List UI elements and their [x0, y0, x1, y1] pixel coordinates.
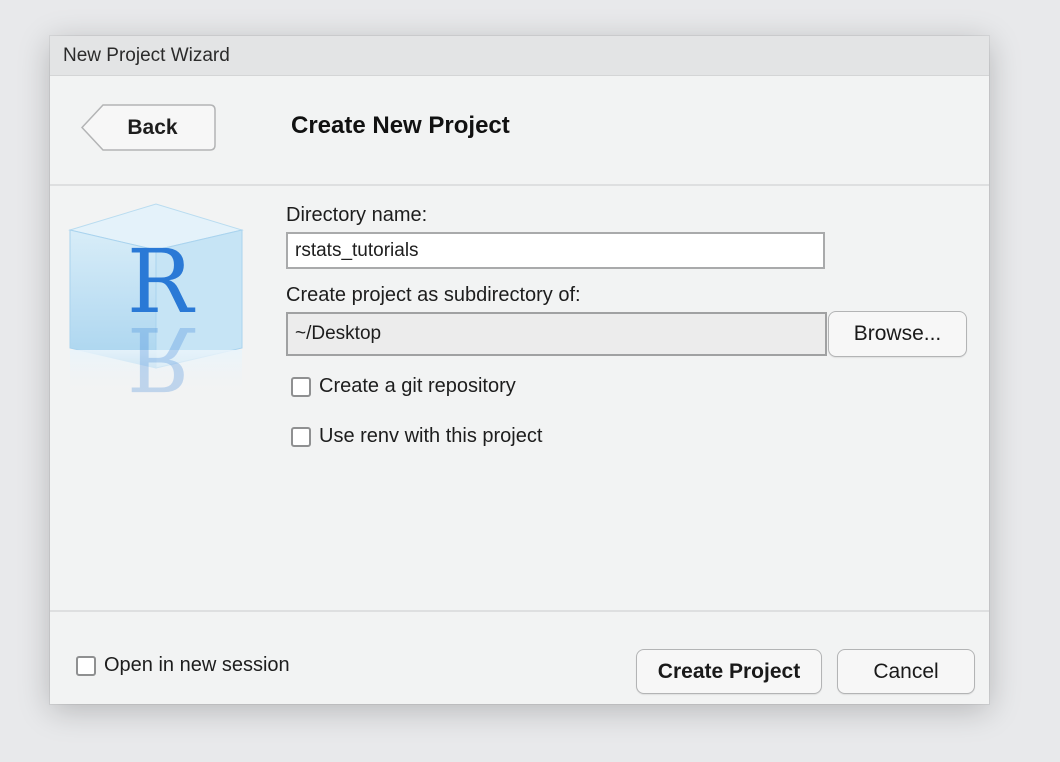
git-repo-checkbox[interactable] [291, 376, 311, 397]
renv-checkbox[interactable] [291, 426, 311, 447]
directory-name-label: Directory name: [286, 204, 428, 226]
browse-button[interactable]: Browse... [828, 311, 967, 357]
page-title: Create New Project [291, 112, 510, 139]
git-repo-option[interactable]: Create a git repository [291, 375, 516, 398]
new-session-checkbox[interactable] [76, 655, 96, 676]
new-session-option[interactable]: Open in new session [76, 654, 290, 677]
wizard-header: Back Create New Project [50, 76, 989, 186]
footer-divider [50, 610, 989, 612]
window-title: New Project Wizard [63, 44, 230, 66]
directory-name-input[interactable]: rstats_tutorials [286, 232, 825, 269]
window-titlebar: New Project Wizard [50, 36, 989, 76]
new-session-label: Open in new session [104, 654, 290, 676]
r-logo-reflection: R [127, 307, 196, 400]
git-repo-label: Create a git repository [319, 375, 516, 397]
r-logo-icon: R R [68, 203, 244, 400]
create-project-button[interactable]: Create Project [636, 649, 822, 694]
back-button-label: Back [127, 115, 178, 139]
renv-label: Use renv with this project [319, 425, 543, 447]
subdirectory-label: Create project as subdirectory of: [286, 284, 581, 306]
cancel-button[interactable]: Cancel [837, 649, 975, 694]
back-button[interactable]: Back [81, 104, 216, 151]
renv-option[interactable]: Use renv with this project [291, 425, 542, 448]
wizard-body: R R Directory name: rstats_tutorials Cre… [50, 186, 989, 609]
new-project-dialog: New Project Wizard Back Create New Proje… [50, 36, 989, 704]
parent-directory-input[interactable]: ~/Desktop [286, 312, 827, 356]
